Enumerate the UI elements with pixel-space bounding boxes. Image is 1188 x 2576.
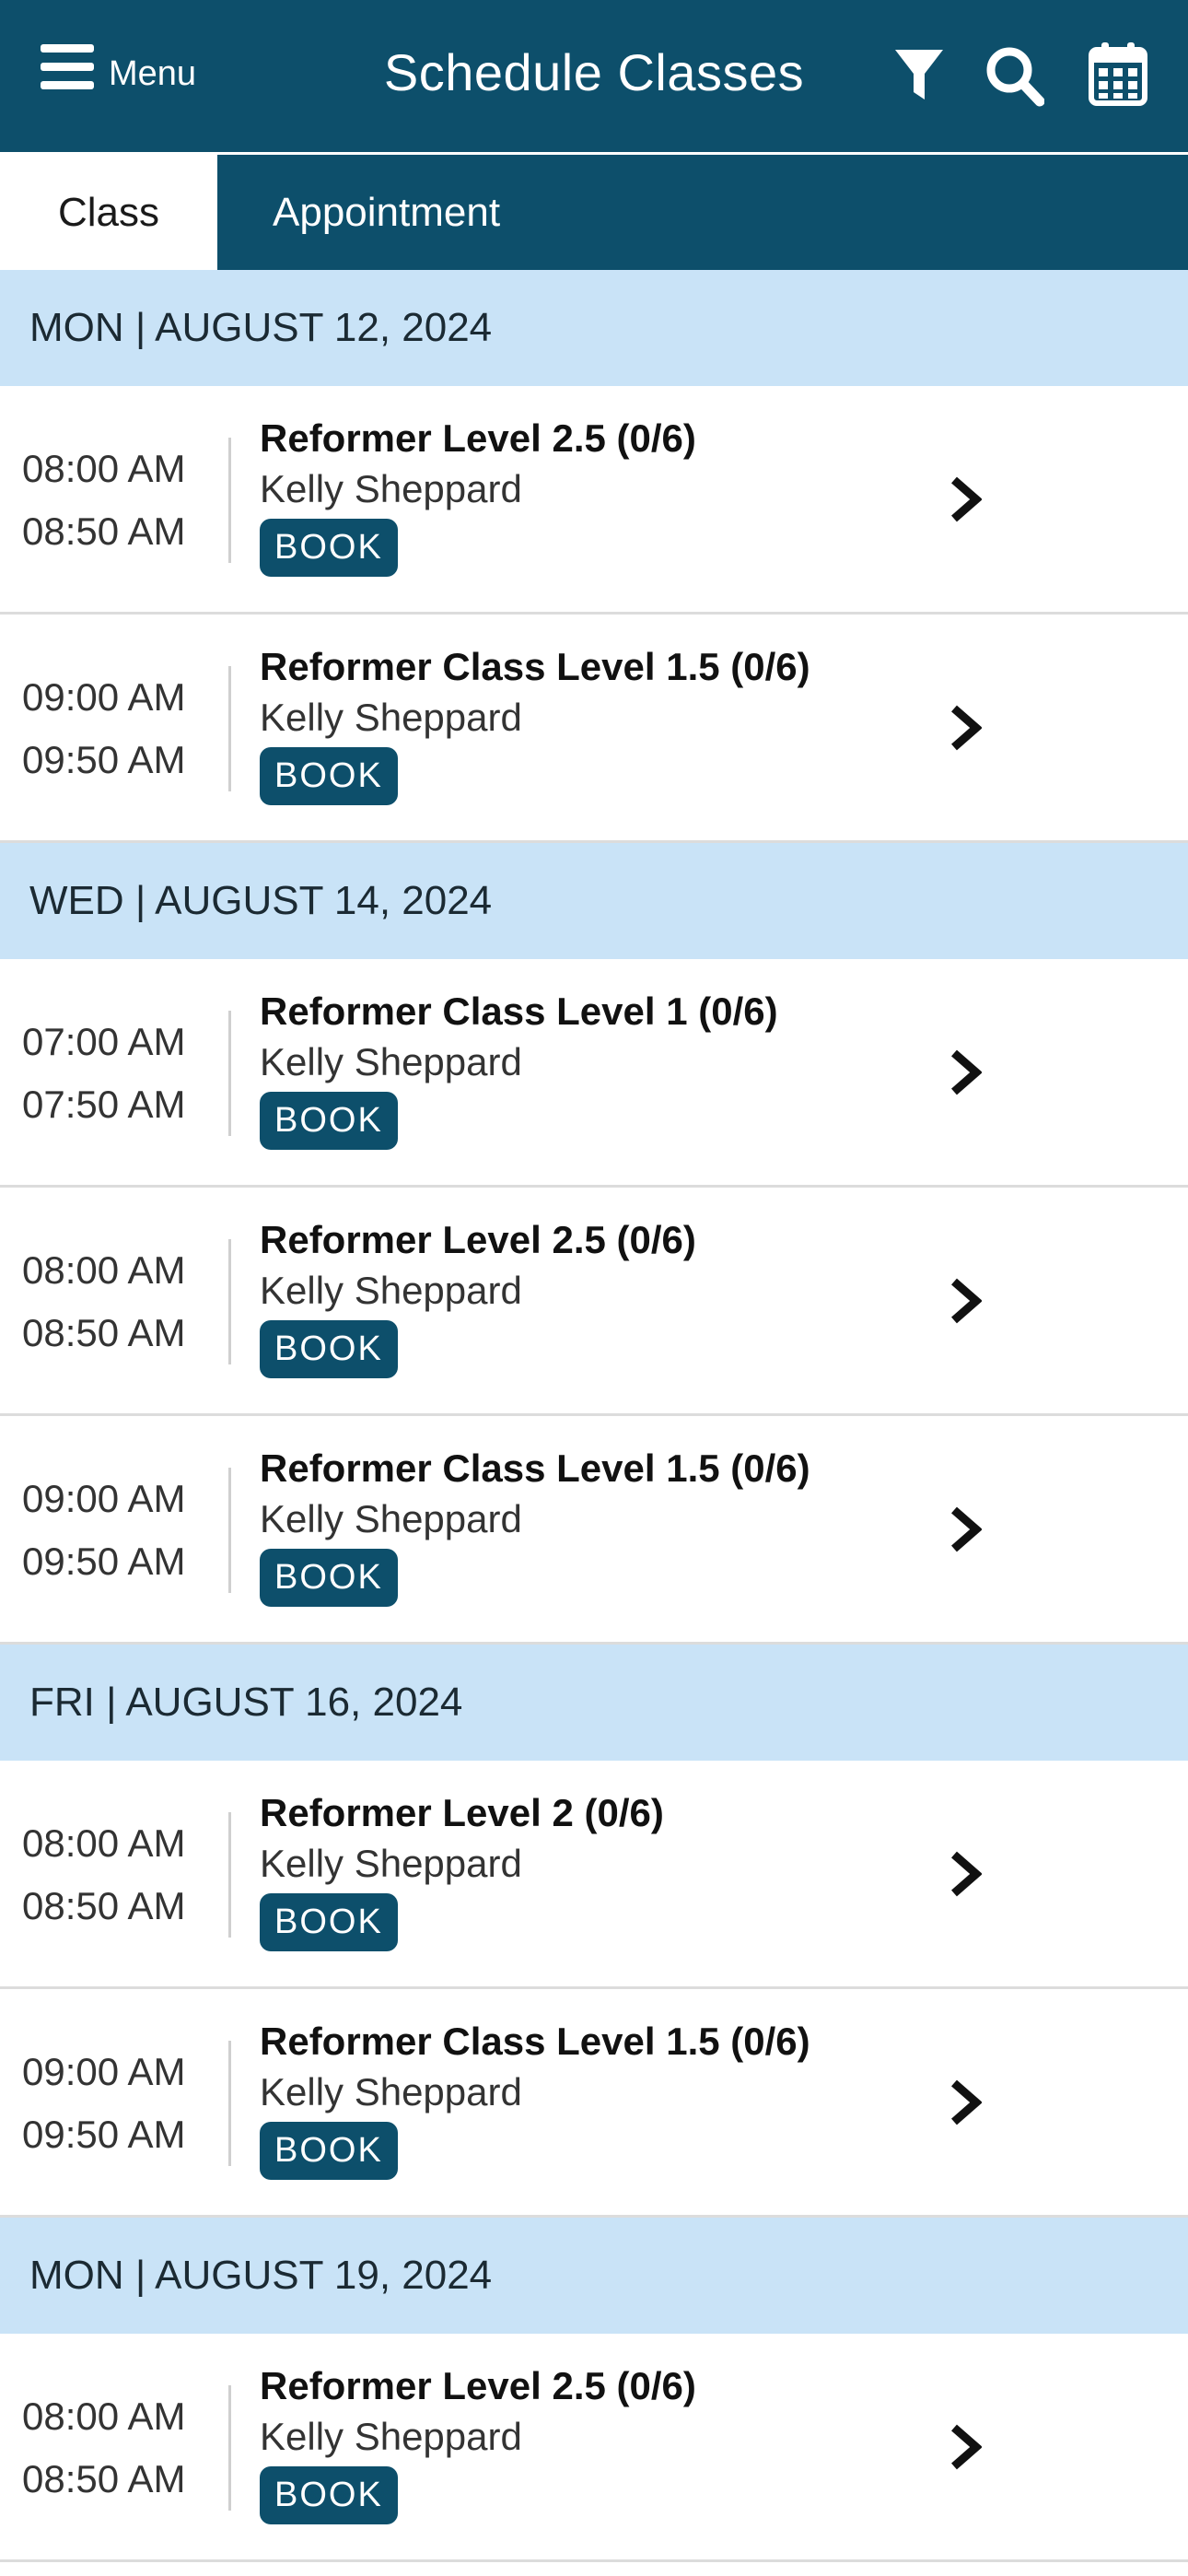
end-time: 08:50 AM bbox=[22, 1884, 186, 1927]
instructor-name: Kelly Sheppard bbox=[260, 1497, 522, 1540]
end-time: 09:50 AM bbox=[22, 2113, 186, 2156]
chevron-right-icon[interactable] bbox=[949, 476, 983, 527]
start-time: 08:00 AM bbox=[22, 1248, 186, 1292]
chevron-right-icon[interactable] bbox=[949, 2079, 983, 2130]
time-divider bbox=[228, 666, 231, 791]
start-time: 09:00 AM bbox=[22, 675, 186, 719]
start-time: 09:00 AM bbox=[22, 2050, 186, 2093]
class-times: 08:00 AM 08:50 AM bbox=[22, 2385, 206, 2511]
chevron-right-icon[interactable] bbox=[949, 1506, 983, 1557]
end-time: 09:50 AM bbox=[22, 738, 186, 781]
class-times: 09:00 AM 09:50 AM bbox=[22, 2041, 206, 2166]
class-row[interactable]: 08:00 AM 08:50 AM Reformer Level 2.5 (0/… bbox=[0, 1188, 1188, 1416]
class-row[interactable]: 07:00 AM 07:50 AM Reformer Class Level 1… bbox=[0, 959, 1188, 1188]
end-time: 08:50 AM bbox=[22, 1311, 186, 1354]
search-icon[interactable] bbox=[985, 46, 1045, 111]
time-divider bbox=[228, 1812, 231, 1938]
class-info: Reformer Class Level 1.5 (0/6) Kelly She… bbox=[260, 640, 810, 805]
time-divider bbox=[228, 2041, 231, 2166]
class-row[interactable]: 08:00 AM 08:50 AM Reformer Level 2 (0/6)… bbox=[0, 1761, 1188, 1989]
class-row[interactable]: 09:00 AM 09:50 AM Reformer Class Level 1… bbox=[0, 615, 1188, 843]
class-times: 08:00 AM 08:50 AM bbox=[22, 1812, 206, 1938]
class-info: Reformer Level 2.5 (0/6) Kelly Sheppard … bbox=[260, 1213, 696, 1378]
class-name: Reformer Level 2.5 (0/6) bbox=[260, 1218, 696, 1261]
tab-bar: Class Appointment bbox=[0, 155, 1188, 270]
time-divider bbox=[228, 1011, 231, 1136]
instructor-name: Kelly Sheppard bbox=[260, 696, 522, 739]
day-header: FRI | AUGUST 16, 2024 bbox=[0, 1645, 1188, 1761]
instructor-name: Kelly Sheppard bbox=[260, 1040, 522, 1083]
class-name: Reformer Level 2 (0/6) bbox=[260, 1791, 664, 1834]
class-times: 08:00 AM 08:50 AM bbox=[22, 438, 206, 563]
book-button[interactable]: BOOK bbox=[260, 2122, 398, 2180]
class-name: Reformer Class Level 1.5 (0/6) bbox=[260, 1446, 810, 1490]
time-divider bbox=[228, 2385, 231, 2511]
chevron-right-icon[interactable] bbox=[949, 705, 983, 755]
app-header: Menu Schedule Classes bbox=[0, 0, 1188, 155]
tab-appointment[interactable]: Appointment bbox=[217, 155, 500, 270]
book-button[interactable]: BOOK bbox=[260, 519, 398, 577]
chevron-right-icon[interactable] bbox=[949, 2424, 983, 2475]
book-button[interactable]: BOOK bbox=[260, 1893, 398, 1951]
end-time: 07:50 AM bbox=[22, 1083, 186, 1126]
class-info: Reformer Level 2.5 (0/6) Kelly Sheppard … bbox=[260, 2359, 696, 2524]
day-header: WED | AUGUST 14, 2024 bbox=[0, 843, 1188, 959]
filter-icon[interactable] bbox=[893, 48, 945, 106]
class-row[interactable]: 09:00 AM 09:50 AM Reformer Class Level 1… bbox=[0, 1416, 1188, 1645]
class-times: 09:00 AM 09:50 AM bbox=[22, 666, 206, 791]
book-button[interactable]: BOOK bbox=[260, 1320, 398, 1378]
day-header: MON | AUGUST 12, 2024 bbox=[0, 270, 1188, 386]
class-times: 08:00 AM 08:50 AM bbox=[22, 1239, 206, 1364]
chevron-right-icon[interactable] bbox=[949, 1851, 983, 1902]
instructor-name: Kelly Sheppard bbox=[260, 2415, 522, 2458]
book-button[interactable]: BOOK bbox=[260, 747, 398, 805]
end-time: 08:50 AM bbox=[22, 509, 186, 553]
start-time: 07:00 AM bbox=[22, 1020, 186, 1063]
end-time: 08:50 AM bbox=[22, 2457, 186, 2500]
chevron-right-icon[interactable] bbox=[949, 1049, 983, 1100]
instructor-name: Kelly Sheppard bbox=[260, 467, 522, 510]
class-name: Reformer Class Level 1.5 (0/6) bbox=[260, 2020, 810, 2063]
header-divider bbox=[0, 152, 1188, 155]
class-info: Reformer Class Level 1 (0/6) Kelly Shepp… bbox=[260, 985, 778, 1150]
time-divider bbox=[228, 1468, 231, 1593]
class-info: Reformer Level 2.5 (0/6) Kelly Sheppard … bbox=[260, 412, 696, 577]
class-info: Reformer Class Level 1.5 (0/6) Kelly She… bbox=[260, 1442, 810, 1607]
book-button[interactable]: BOOK bbox=[260, 1549, 398, 1607]
class-name: Reformer Level 2.5 (0/6) bbox=[260, 2364, 696, 2407]
start-time: 09:00 AM bbox=[22, 1477, 186, 1520]
class-row[interactable]: 08:00 AM 08:50 AM Reformer Level 2.5 (0/… bbox=[0, 2334, 1188, 2562]
tab-class[interactable]: Class bbox=[0, 155, 217, 270]
class-name: Reformer Class Level 1.5 (0/6) bbox=[260, 645, 810, 688]
instructor-name: Kelly Sheppard bbox=[260, 1842, 522, 1885]
calendar-icon[interactable] bbox=[1089, 41, 1147, 111]
start-time: 08:00 AM bbox=[22, 447, 186, 490]
instructor-name: Kelly Sheppard bbox=[260, 2070, 522, 2113]
class-times: 07:00 AM 07:50 AM bbox=[22, 1011, 206, 1136]
class-name: Reformer Level 2.5 (0/6) bbox=[260, 416, 696, 460]
start-time: 08:00 AM bbox=[22, 2395, 186, 2438]
book-button[interactable]: BOOK bbox=[260, 2466, 398, 2524]
time-divider bbox=[228, 1239, 231, 1364]
class-info: Reformer Class Level 1.5 (0/6) Kelly She… bbox=[260, 2015, 810, 2180]
book-button[interactable]: BOOK bbox=[260, 1092, 398, 1150]
day-header: MON | AUGUST 19, 2024 bbox=[0, 2218, 1188, 2334]
instructor-name: Kelly Sheppard bbox=[260, 1269, 522, 1312]
class-info: Reformer Level 2 (0/6) Kelly Sheppard BO… bbox=[260, 1786, 664, 1951]
class-row[interactable]: 08:00 AM 08:50 AM Reformer Level 2.5 (0/… bbox=[0, 386, 1188, 615]
start-time: 08:00 AM bbox=[22, 1821, 186, 1865]
chevron-right-icon[interactable] bbox=[949, 1278, 983, 1329]
class-row[interactable]: 09:00 AM 09:50 AM Reformer Class Level 1… bbox=[0, 1989, 1188, 2218]
end-time: 09:50 AM bbox=[22, 1540, 186, 1583]
schedule-list: MON | AUGUST 12, 2024 08:00 AM 08:50 AM … bbox=[0, 270, 1188, 2562]
class-name: Reformer Class Level 1 (0/6) bbox=[260, 989, 778, 1033]
time-divider bbox=[228, 438, 231, 563]
class-times: 09:00 AM 09:50 AM bbox=[22, 1468, 206, 1593]
